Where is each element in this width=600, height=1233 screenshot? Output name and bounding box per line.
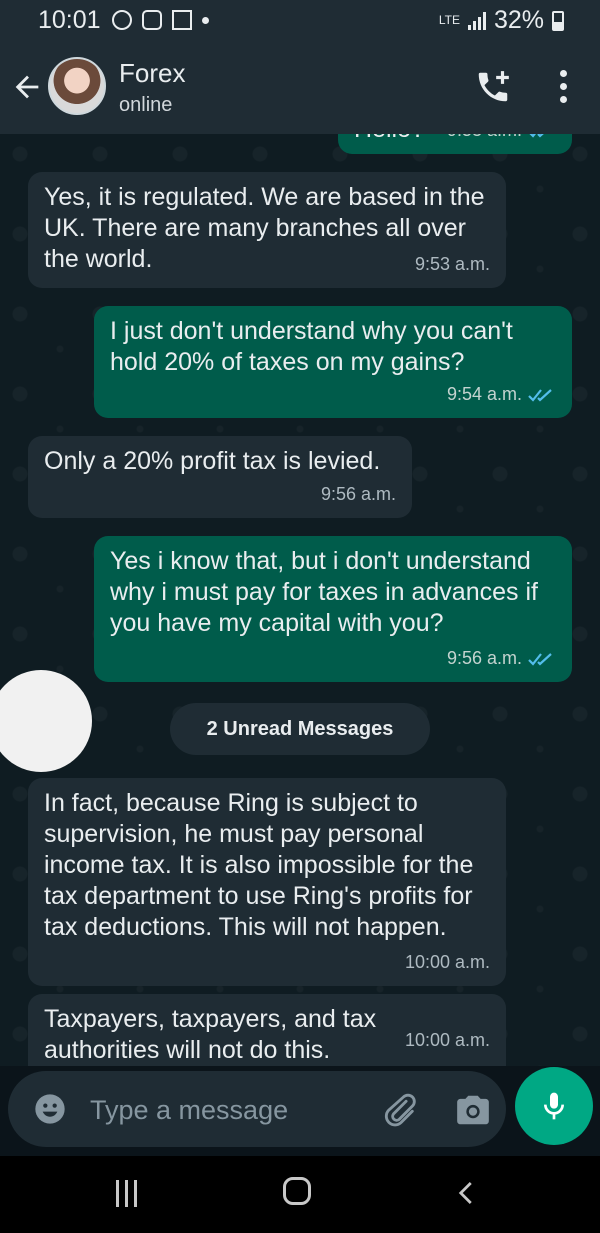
read-ticks-icon [528, 388, 552, 402]
read-ticks-icon [528, 652, 552, 666]
message-list[interactable]: Hello? 9:53 a.m. Yes, it is regulated. W… [0, 134, 600, 1066]
message-text: Yes i know that, but i don't understand … [110, 547, 538, 637]
message-meta: 10:00 a.m. [405, 947, 490, 978]
message-bubble-incoming[interactable]: Yes, it is regulated. We are based in th… [28, 172, 506, 288]
message-bubble-incoming[interactable]: Taxpayers, taxpayers, and tax authoritie… [28, 994, 506, 1066]
message-bubble-outgoing[interactable]: Yes i know that, but i don't understand … [94, 536, 572, 682]
contact-name[interactable]: Forex [119, 58, 185, 89]
message-time: 9:53 a.m. [447, 134, 522, 146]
gallery-icon [172, 10, 192, 30]
message-text: Only a 20% profit tax is levied. [44, 447, 381, 475]
message-input[interactable]: Type a message [8, 1071, 506, 1147]
message-placeholder: Type a message [90, 1095, 289, 1125]
read-ticks-icon [529, 134, 544, 138]
avatar[interactable] [48, 57, 106, 115]
status-bar: 10:01 LTE 32% [0, 0, 600, 40]
message-meta: 9:56 a.m. [447, 643, 556, 674]
message-meta: 10:00 a.m. [405, 1025, 490, 1056]
message-meta: 9:53 a.m. [447, 134, 556, 146]
contact-status: online [119, 94, 173, 116]
emoji-icon[interactable] [34, 1093, 66, 1125]
message-time: 9:53 a.m. [414, 254, 490, 274]
notification-icons [112, 10, 209, 30]
message-time: 9:56 a.m. [446, 648, 522, 668]
home-icon[interactable] [283, 1177, 311, 1205]
mic-icon [544, 1092, 564, 1120]
message-bubble-incoming[interactable]: In fact, because Ring is subject to supe… [28, 778, 506, 986]
message-bubble-outgoing[interactable]: Hello? 9:53 a.m. [338, 134, 572, 154]
status-right: LTE 32% [439, 6, 564, 35]
message-bubble-outgoing[interactable]: I just don't understand why you can't ho… [94, 306, 572, 418]
message-time: 9:56 a.m. [320, 484, 396, 504]
camera-icon[interactable] [454, 1091, 492, 1129]
nav-back-icon[interactable] [452, 1176, 482, 1210]
composer-bar: Type a message [0, 1066, 600, 1156]
battery-icon [552, 10, 564, 31]
back-arrow-icon[interactable] [10, 70, 44, 104]
more-notifications-icon [202, 16, 209, 24]
message-meta: 9:54 a.m. [447, 379, 556, 410]
message-time: 10:00 a.m. [404, 1030, 490, 1050]
unread-banner: 2 Unread Messages [170, 703, 430, 755]
signal-icon [467, 11, 486, 30]
message-bubble-incoming[interactable]: Only a 20% profit tax is levied. 9:56 a.… [28, 436, 412, 518]
attach-icon[interactable] [380, 1091, 418, 1129]
chat-header: Forex online [0, 40, 600, 134]
status-time: 10:01 [38, 6, 101, 34]
message-meta: 9:56 a.m. [321, 479, 396, 510]
instagram-icon [142, 10, 162, 30]
more-vert-icon[interactable] [552, 70, 576, 104]
battery-level: 32% [493, 6, 544, 34]
message-time: 10:00 a.m. [404, 952, 490, 972]
message-text: In fact, because Ring is subject to supe… [44, 789, 474, 941]
messenger-icon [112, 10, 132, 30]
message-text: Taxpayers, taxpayers, and tax authoritie… [44, 1005, 377, 1064]
message-text: Hello? [354, 134, 425, 143]
message-meta: 9:53 a.m. [415, 249, 490, 280]
system-nav-bar [0, 1156, 600, 1233]
message-time: 9:54 a.m. [446, 384, 522, 404]
network-type: LTE [438, 13, 460, 27]
recents-icon[interactable] [116, 1180, 137, 1207]
mic-button[interactable] [515, 1067, 593, 1145]
add-call-icon[interactable] [474, 68, 512, 106]
floating-overlay[interactable] [0, 670, 92, 772]
message-text: I just don't understand why you can't ho… [110, 317, 513, 376]
